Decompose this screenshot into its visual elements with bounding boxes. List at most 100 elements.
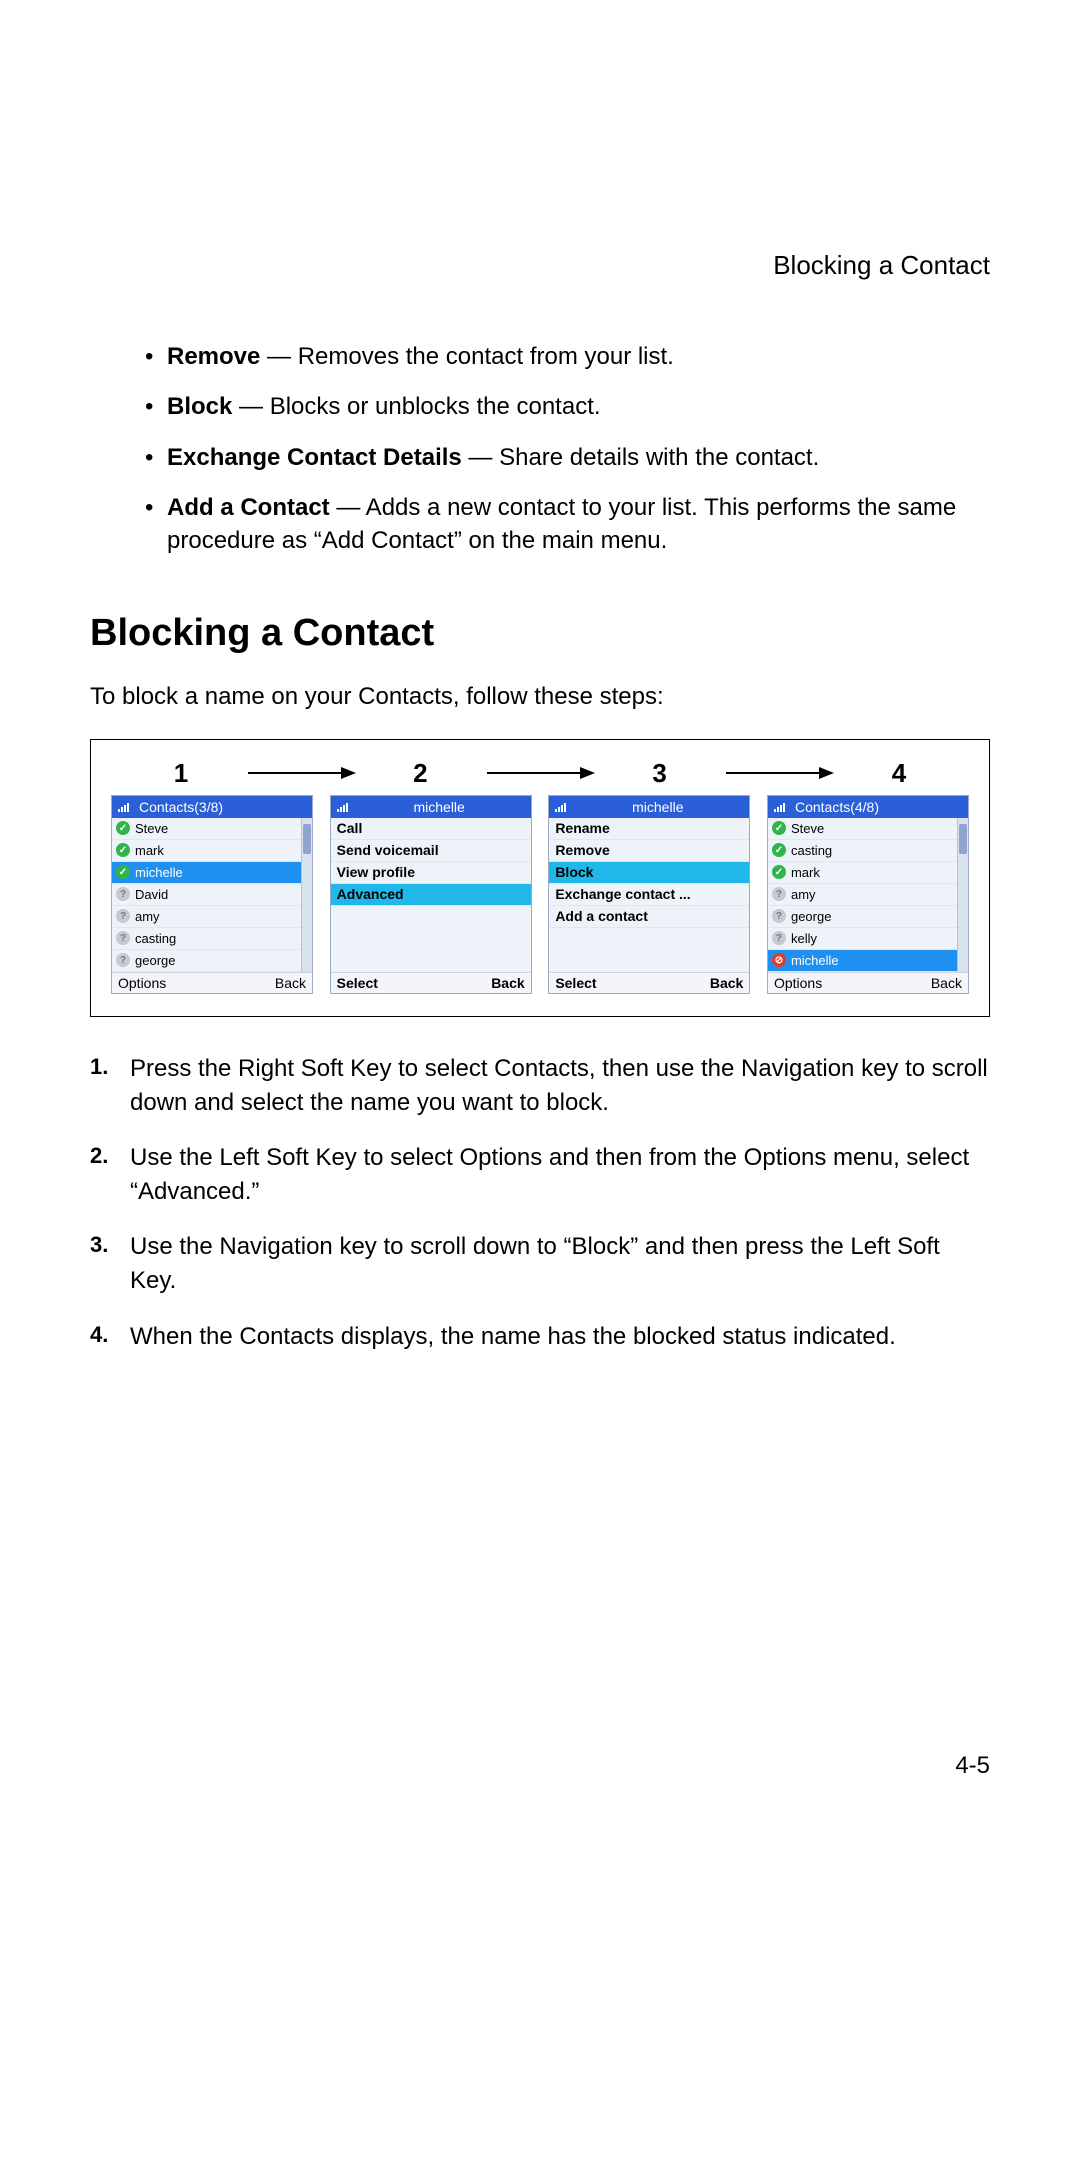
- softkey-left[interactable]: Select: [555, 975, 596, 991]
- contact-name: Steve: [135, 821, 168, 836]
- bullet-text: Exchange Contact Details — Share details…: [167, 442, 819, 474]
- softkey-bar: Options Back: [112, 972, 312, 993]
- softkey-right[interactable]: Back: [931, 975, 962, 991]
- phone-list: Call Send voicemail View profile Advanced: [331, 818, 531, 972]
- contact-row[interactable]: ✓Steve: [768, 818, 957, 840]
- numbered-steps: 1.Press the Right Soft Key to select Con…: [90, 1052, 990, 1353]
- menu-item[interactable]: Block: [549, 862, 749, 884]
- bullet-dot-icon: •: [145, 391, 167, 423]
- bullet-item: •Exchange Contact Details — Share detail…: [145, 442, 980, 474]
- menu-item[interactable]: Exchange contact ...: [549, 884, 749, 906]
- phone-title-text: Contacts(4/8): [791, 799, 962, 815]
- contact-row[interactable]: ✓Steve: [112, 818, 301, 840]
- status-online-icon: ✓: [116, 865, 130, 879]
- contact-name: kelly: [791, 931, 817, 946]
- scrollbar[interactable]: [957, 818, 968, 972]
- status-offline-icon: ?: [116, 887, 130, 901]
- contact-row[interactable]: ? george: [112, 950, 301, 972]
- bullet-term: Add a Contact: [167, 494, 330, 521]
- softkey-left[interactable]: Options: [774, 975, 822, 991]
- arrow-right-icon: [246, 764, 356, 782]
- step-text: Use the Left Soft Key to select Options …: [130, 1141, 990, 1208]
- contact-row[interactable]: ?amy: [768, 884, 957, 906]
- status-online-icon: ✓: [772, 843, 786, 857]
- bullet-term: Block: [167, 393, 232, 420]
- menu-item-label: View profile: [337, 864, 415, 880]
- scrollbar[interactable]: [301, 818, 312, 972]
- menu-item[interactable]: Remove: [549, 840, 749, 862]
- contact-row[interactable]: ? casting: [112, 928, 301, 950]
- phone-list: ✓Steve✓mark✓michelle?David?amy?casting?g…: [112, 818, 301, 972]
- softkey-bar: Options Back: [768, 972, 968, 993]
- phone-title-text: Contacts(3/8): [135, 799, 306, 815]
- contact-name: amy: [135, 909, 160, 924]
- option-bullets: •Remove — Removes the contact from your …: [145, 341, 980, 557]
- bullet-text: Remove — Removes the contact from your l…: [167, 341, 674, 373]
- bullet-item: •Remove — Removes the contact from your …: [145, 341, 980, 373]
- contact-row[interactable]: ✓ mark: [112, 840, 301, 862]
- bullet-dot-icon: •: [145, 341, 167, 373]
- softkey-left[interactable]: Select: [337, 975, 378, 991]
- menu-item[interactable]: Rename: [549, 818, 749, 840]
- menu-item[interactable]: Call: [331, 818, 531, 840]
- contact-name: casting: [135, 931, 176, 946]
- phone-title-bar: michelle: [549, 796, 749, 818]
- menu-item-label: Exchange contact ...: [555, 886, 690, 902]
- menu-item-label: Call: [337, 820, 363, 836]
- status-offline-icon: ?: [772, 931, 786, 945]
- phone-title-text: michelle: [354, 799, 525, 815]
- section-heading: Blocking a Contact: [90, 612, 990, 655]
- phone-list: RenameRemoveBlock Exchange contact ... Add…: [549, 818, 749, 972]
- contact-row[interactable]: ? kelly: [768, 928, 957, 950]
- arrow-right-icon: [724, 764, 834, 782]
- step-item: 3.Use the Navigation key to scroll down …: [90, 1230, 990, 1297]
- signal-icon: [337, 802, 348, 812]
- signal-icon: [774, 802, 785, 812]
- softkey-right[interactable]: Back: [275, 975, 306, 991]
- status-blocked-icon: ⊘: [772, 953, 786, 967]
- contact-row[interactable]: ? george: [768, 906, 957, 928]
- softkey-left[interactable]: Options: [118, 975, 166, 991]
- phone-body: ✓Steve✓mark✓michelle?David?amy?casting?g…: [112, 818, 312, 972]
- status-offline-icon: ?: [772, 909, 786, 923]
- menu-item[interactable]: Advanced: [331, 884, 531, 906]
- menu-item[interactable]: Send voicemail: [331, 840, 531, 862]
- status-online-icon: ✓: [116, 843, 130, 857]
- status-offline-icon: ?: [116, 931, 130, 945]
- bullet-text: Block — Blocks or unblocks the contact.: [167, 391, 601, 423]
- phone-screen: Contacts(3/8)✓Steve✓mark✓michelle?David?…: [111, 795, 313, 994]
- status-offline-icon: ?: [116, 953, 130, 967]
- softkey-right[interactable]: Back: [491, 975, 524, 991]
- status-online-icon: ✓: [772, 821, 786, 835]
- bullet-term: Remove: [167, 343, 260, 370]
- figure-box: 1234 Contacts(3/8)✓Steve✓mark✓michelle?D…: [90, 739, 990, 1017]
- softkey-right[interactable]: Back: [710, 975, 743, 991]
- contact-name: casting: [791, 843, 832, 858]
- arrow-right-icon: [485, 764, 595, 782]
- contact-name: george: [135, 953, 175, 968]
- contact-row[interactable]: ✓mark: [768, 862, 957, 884]
- menu-item[interactable]: Add a contact: [549, 906, 749, 928]
- contact-name: David: [135, 887, 168, 902]
- contact-name: mark: [135, 843, 164, 858]
- menu-item[interactable]: View profile: [331, 862, 531, 884]
- contact-row[interactable]: ✓michelle: [112, 862, 301, 884]
- contact-row[interactable]: ?amy: [112, 906, 301, 928]
- contact-name: george: [791, 909, 831, 924]
- contact-row[interactable]: ✓ casting: [768, 840, 957, 862]
- contact-name: amy: [791, 887, 816, 902]
- page-number: 4-5: [955, 1752, 990, 1780]
- softkey-bar: Select Back: [331, 972, 531, 993]
- figure-step-number: 2: [410, 758, 430, 789]
- contact-name: michelle: [791, 953, 839, 968]
- contact-row[interactable]: ? David: [112, 884, 301, 906]
- phone-title-bar: Contacts(4/8): [768, 796, 968, 818]
- contact-row[interactable]: ⊘ michelle: [768, 950, 957, 972]
- bullet-text: Add a Contact — Adds a new contact to yo…: [167, 492, 980, 557]
- bullet-desc: — Removes the contact from your list.: [260, 343, 673, 370]
- bullet-desc: — Share details with the contact.: [462, 444, 820, 471]
- step-number: 3.: [90, 1230, 130, 1297]
- step-item: 2.Use the Left Soft Key to select Option…: [90, 1141, 990, 1208]
- step-text: Press the Right Soft Key to select Conta…: [130, 1052, 990, 1119]
- bullet-dot-icon: •: [145, 492, 167, 557]
